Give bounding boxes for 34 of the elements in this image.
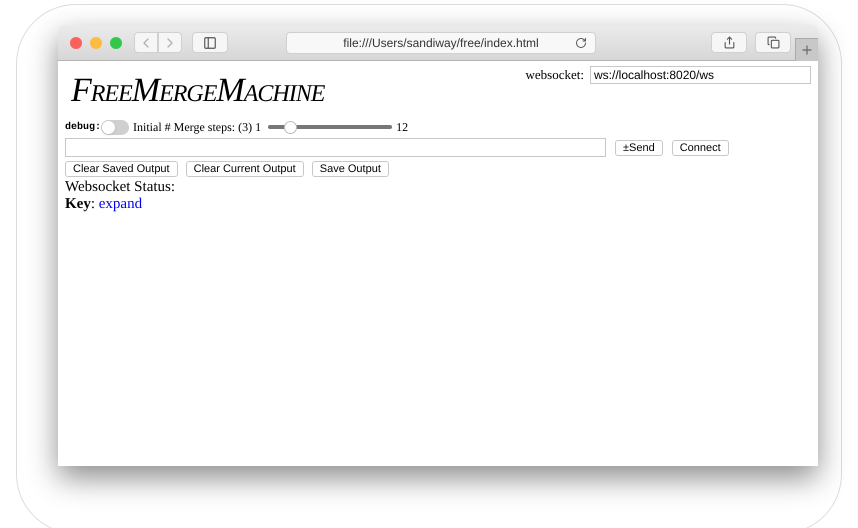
merge-steps-label: Initial # Merge steps: (3) <box>133 119 252 136</box>
new-tab-button[interactable] <box>795 38 818 61</box>
websocket-status: Websocket Status: <box>65 178 176 196</box>
slider-min-label: 1 <box>255 119 262 136</box>
merge-steps-slider[interactable] <box>268 120 392 134</box>
share-icon <box>722 36 736 49</box>
key-separator: : <box>90 196 95 212</box>
share-button[interactable] <box>711 32 747 53</box>
output-button[interactable]: Clear Saved Output <box>65 161 178 177</box>
output-button[interactable]: Save Output <box>312 161 389 177</box>
key-label: Key <box>65 196 91 212</box>
minimize-icon[interactable] <box>90 36 102 48</box>
sidebar-button[interactable] <box>192 32 228 53</box>
debug-toggle[interactable] <box>101 120 130 134</box>
address-bar[interactable]: file:///Users/sandiway/free/index.html <box>286 32 596 54</box>
forward-button[interactable] <box>158 32 182 53</box>
close-icon[interactable] <box>70 36 82 48</box>
tabs-icon <box>766 36 780 49</box>
logo: FreeMergeMachine <box>71 71 324 111</box>
tabs-button[interactable] <box>755 32 791 53</box>
reload-icon[interactable] <box>575 36 587 48</box>
message-field[interactable] <box>65 138 606 157</box>
output-button[interactable]: Clear Current Output <box>186 161 304 177</box>
debug-label: debug: <box>65 120 102 134</box>
send-button[interactable]: ±Send <box>615 140 663 156</box>
slider-max-label: 12 <box>396 119 408 136</box>
expand-link[interactable]: expand <box>98 196 142 212</box>
maximize-icon[interactable] <box>110 36 122 48</box>
websocket-label: websocket: <box>526 66 584 84</box>
sidebar-icon <box>203 36 217 50</box>
back-button[interactable] <box>134 32 158 53</box>
websocket-field[interactable]: ws://localhost:8020/ws <box>590 66 811 84</box>
connect-button[interactable]: Connect <box>672 140 729 156</box>
plus-icon <box>800 43 814 57</box>
